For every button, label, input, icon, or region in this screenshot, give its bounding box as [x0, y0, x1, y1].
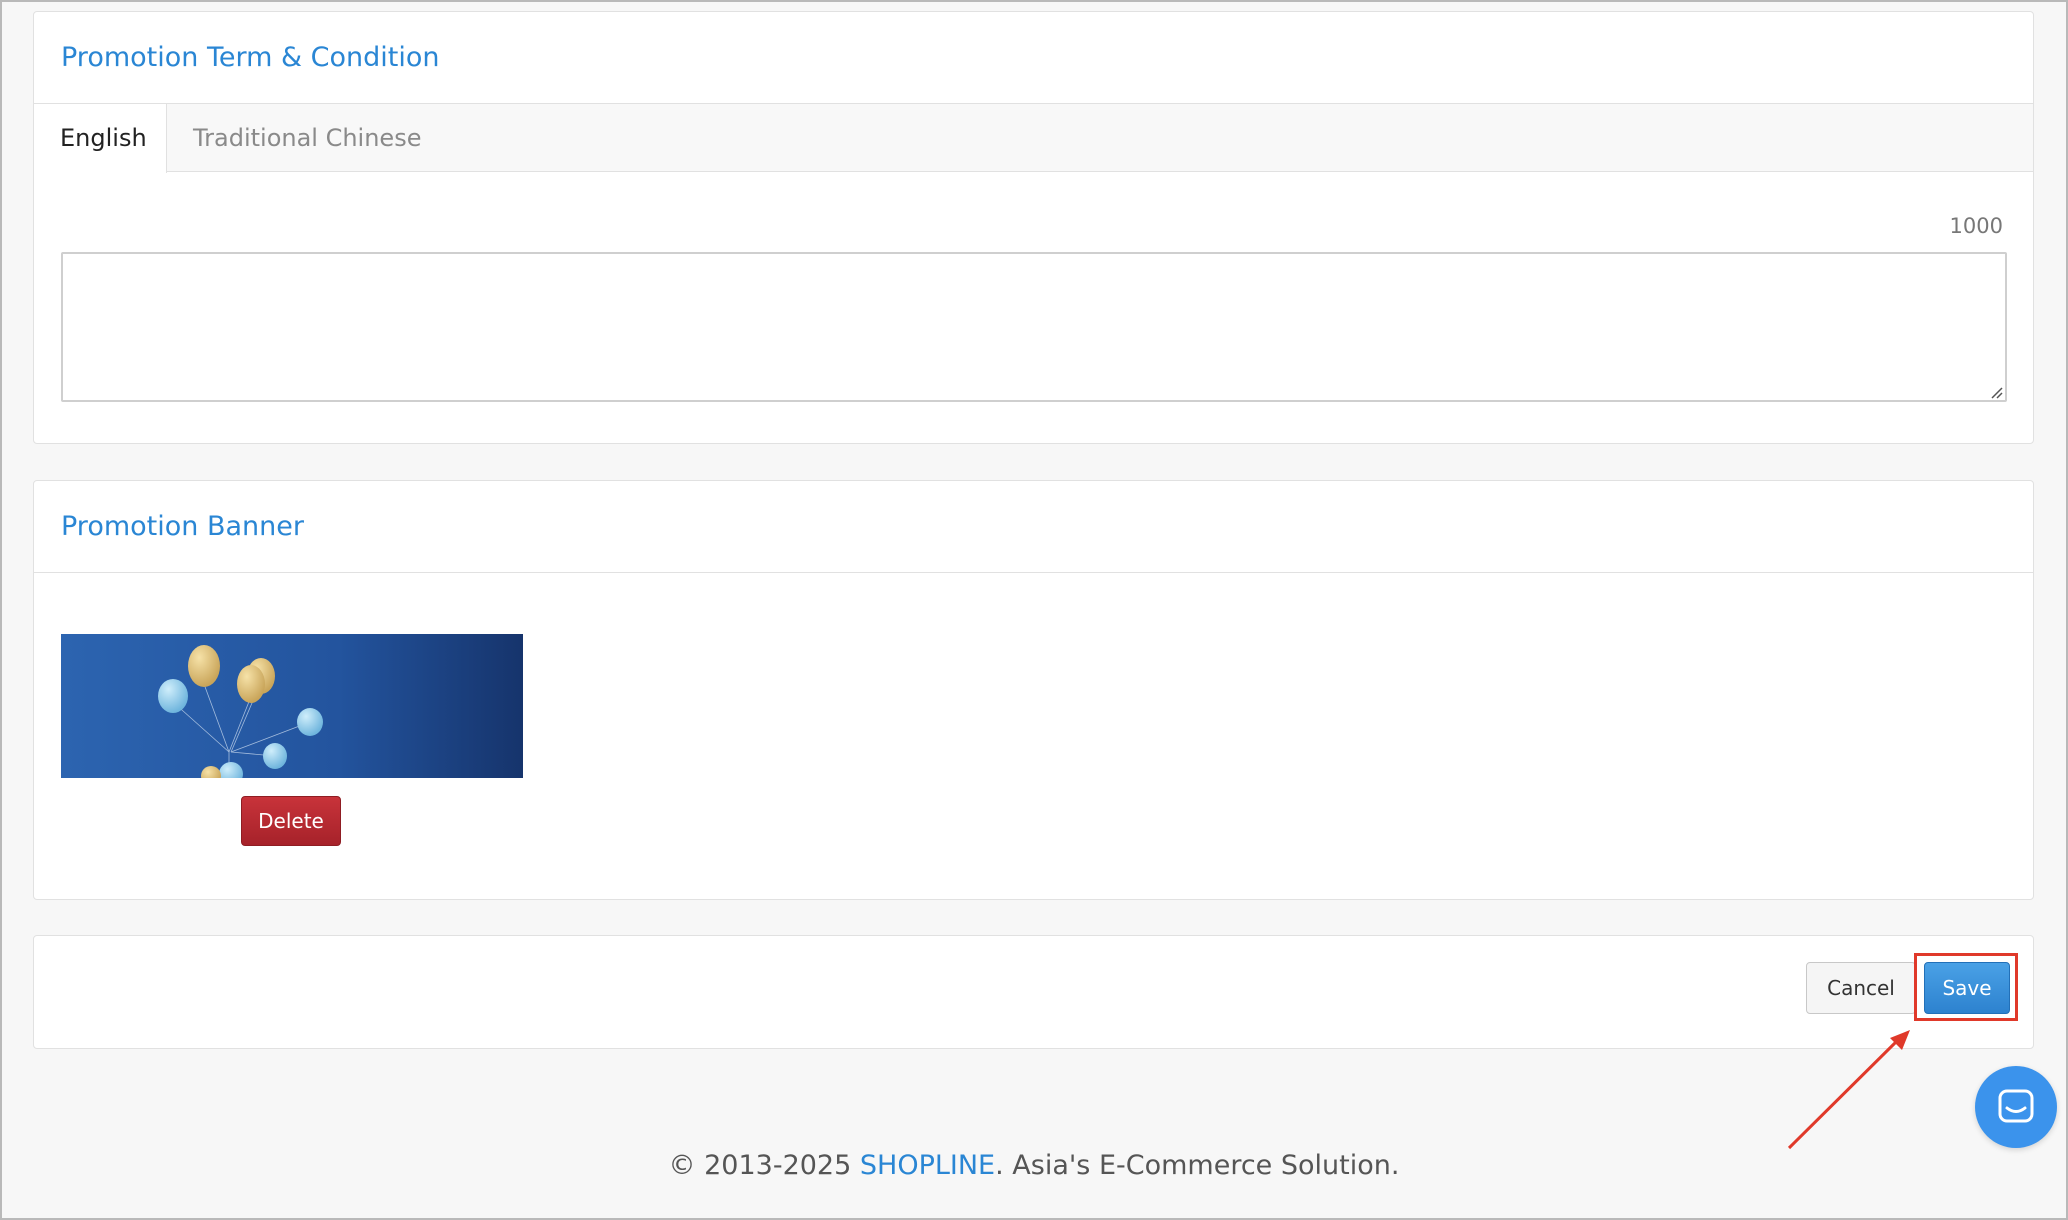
banner-image	[61, 634, 523, 778]
tab-english[interactable]: English	[34, 104, 167, 173]
resize-handle-icon[interactable]	[1989, 385, 2003, 399]
terms-panel-header: Promotion Term & Condition	[34, 12, 2033, 104]
page-frame: Promotion Term & Condition English Tradi…	[0, 0, 2068, 1220]
annotation-arrow	[1787, 1030, 1910, 1150]
banner-panel-title: Promotion Banner	[61, 511, 304, 542]
terms-textarea[interactable]	[61, 252, 2007, 402]
footer-tagline: . Asia's E-Commerce Solution.	[995, 1150, 1400, 1181]
language-tabs: English Traditional Chinese	[34, 104, 2033, 173]
delete-banner-button[interactable]: Delete	[241, 796, 341, 846]
page-footer: © 2013-2025 SHOPLINE. Asia's E-Commerce …	[2, 1150, 2066, 1181]
footer-copyright: © 2013-2025	[668, 1150, 860, 1181]
footer-brand-link[interactable]: SHOPLINE	[860, 1150, 995, 1181]
terms-panel-title: Promotion Term & Condition	[61, 42, 440, 73]
save-highlight-box	[1914, 953, 2018, 1021]
cancel-button[interactable]: Cancel	[1806, 962, 1916, 1014]
banner-panel-header: Promotion Banner	[34, 481, 2033, 573]
char-limit-counter: 1000	[1949, 214, 2003, 238]
chat-bubble-icon[interactable]	[1975, 1066, 2057, 1148]
actions-panel: Cancel Save	[33, 935, 2034, 1049]
tab-traditional-chinese[interactable]: Traditional Chinese	[167, 104, 447, 172]
banner-panel: Promotion Banner Delete	[33, 480, 2034, 900]
terms-panel: Promotion Term & Condition English Tradi…	[33, 11, 2034, 444]
